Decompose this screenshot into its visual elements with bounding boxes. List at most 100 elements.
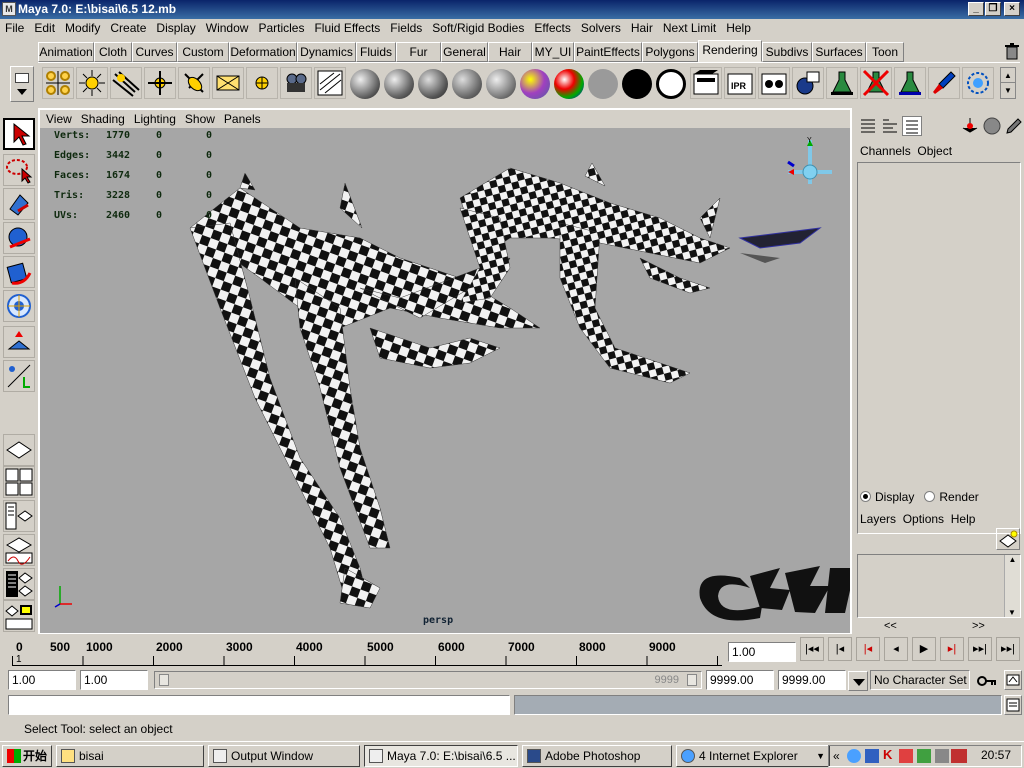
hypergraph-layout-icon[interactable] [3,600,35,632]
playback-start-field[interactable]: 1.00 [80,670,148,690]
material-flask-icon[interactable] [894,67,926,99]
panel-menu-panels[interactable]: Panels [221,110,264,128]
channel-menu-channels[interactable]: Channels [860,144,911,158]
minimize-button[interactable]: _ [968,2,984,16]
tab-cloth[interactable]: Cloth [94,42,132,62]
paint-brush-icon[interactable] [928,67,960,99]
current-time-field[interactable]: 1.00 [728,642,796,662]
key-icon[interactable] [976,672,998,690]
tab-custom[interactable]: Custom [177,42,229,62]
render-settings-icon[interactable] [792,67,824,99]
script-editor-button[interactable] [1004,695,1022,715]
menu-edit[interactable]: Edit [29,19,60,37]
shading-map-sphere-icon[interactable] [656,69,686,99]
panel-menu-show[interactable]: Show [182,110,218,128]
start-button[interactable]: 开始 [2,745,52,767]
outliner-layout-icon[interactable] [3,500,35,532]
channel-box-area[interactable] [857,162,1021,534]
layer-scrollbar[interactable]: ▲ ▼ [1004,555,1020,617]
time-slider[interactable]: 0 500 1000 2000 3000 4000 5000 6000 7000… [0,634,1024,668]
remove-material-icon[interactable] [860,67,892,99]
tab-general[interactable]: General [441,42,488,62]
playback-end-field[interactable]: 9999.00 [706,670,774,690]
layer-menu-layers[interactable]: Layers [860,512,896,526]
render-radio[interactable] [924,491,936,502]
character-set-dropdown-button[interactable] [848,671,868,691]
layered-shader-sphere-icon[interactable] [520,69,550,99]
maya-app-icon[interactable]: M [2,2,16,16]
tray-ie-icon[interactable] [847,749,861,763]
pen-tool-icon[interactable] [1004,116,1024,136]
mel-command-input[interactable] [8,695,510,715]
tray-rtl-icon[interactable] [951,749,967,763]
point-light-icon[interactable] [144,67,176,99]
tab-dynamics[interactable]: Dynamics [297,42,356,62]
step-back-frame-button[interactable]: |◂ [856,637,880,661]
hypershade-layout-icon[interactable] [3,568,35,600]
phonge-sphere-icon[interactable] [452,69,482,99]
menu-particles[interactable]: Particles [253,19,309,37]
menu-modify[interactable]: Modify [60,19,105,37]
trash-icon[interactable] [1004,42,1020,60]
render-label[interactable]: Render [939,490,978,504]
shelf-scroll-up-icon[interactable]: ▲ [1001,68,1015,83]
move-tool-icon[interactable] [3,222,35,254]
title-bar[interactable]: M Maya 7.0: E:\bisai\6.5 12.mb _ ❐ × [0,0,1024,19]
ambient-light-icon[interactable] [76,67,108,99]
task-photoshop[interactable]: Adobe Photoshop [522,745,672,767]
area-light-icon[interactable] [212,67,244,99]
timeline-ruler[interactable]: 0 500 1000 2000 3000 4000 5000 6000 7000… [12,638,722,666]
scroll-right-button[interactable]: >> [972,620,985,632]
menu-create[interactable]: Create [105,19,151,37]
sphere-display-icon[interactable] [982,116,1002,136]
scroll-up-icon[interactable]: ▲ [1005,555,1020,564]
tab-surfaces[interactable]: Surfaces [812,42,866,62]
shelf-scrollbar[interactable]: ▲ ▼ [1000,67,1016,99]
batch-render-icon[interactable] [758,67,790,99]
panel-menu-shading[interactable]: Shading [78,110,128,128]
view-axis-gizmo-icon[interactable]: Y [782,136,838,192]
layer-list[interactable]: ▲ ▼ [857,554,1021,618]
spot-light-icon[interactable] [178,67,210,99]
render-view-icon[interactable] [690,67,722,99]
paint-effects-icon[interactable] [962,67,994,99]
play-backwards-button[interactable]: ◂ [884,637,908,661]
directional-light-icon[interactable] [110,67,142,99]
lasso-tool-icon[interactable] [3,154,35,186]
task-output-window[interactable]: Output Window [208,745,360,767]
tab-hair[interactable]: Hair [488,42,532,62]
go-to-start-button[interactable]: |◂◂ [800,637,824,661]
display-label[interactable]: Display [875,490,914,504]
character-set-field[interactable]: No Character Set [870,670,970,690]
animation-start-field[interactable]: 1.00 [8,670,76,690]
anim-prefs-button[interactable] [1004,670,1022,690]
select-tool-icon[interactable] [3,118,35,150]
channel-layer-toggle-icon[interactable] [902,116,922,136]
tray-speaker-icon[interactable] [935,749,949,763]
menu-file[interactable]: File [0,19,29,37]
animation-end-field[interactable]: 9999.00 [778,670,846,690]
task-internet-explorer[interactable]: 4 Internet Explorer ▼ [676,745,830,767]
paint-select-tool-icon[interactable] [3,188,35,220]
range-handle-right[interactable] [687,674,697,686]
use-background-sphere-icon[interactable] [622,69,652,99]
tray-k-icon[interactable]: K [883,747,892,762]
layer-menu-options[interactable]: Options [903,512,944,526]
layer-menu-help[interactable]: Help [951,512,976,526]
scale-tool-icon[interactable] [3,290,35,322]
go-to-end-button[interactable]: ▸▸| [996,637,1020,661]
ramp-shader-sphere-icon[interactable] [554,69,584,99]
restore-button[interactable]: ❐ [985,2,1001,16]
channel-menu-object[interactable]: Object [917,144,952,158]
new-layer-button[interactable] [996,528,1020,550]
four-view-layout-icon[interactable] [3,466,35,498]
perspective-viewport[interactable]: Verts: 1770 0 0 Edges: 3442 0 0 Faces: 1674 0 0 T… [40,128,850,633]
blinn-sphere-icon[interactable] [384,69,414,99]
range-handle-left[interactable] [159,674,169,686]
play-forwards-button[interactable]: ▶ [912,637,936,661]
lambert-sphere-icon[interactable] [350,69,380,99]
range-slider[interactable]: 9999 [154,671,702,689]
menu-fluid-effects[interactable]: Fluid Effects [309,19,385,37]
tab-polygons[interactable]: Polygons [642,42,698,62]
hypershade-flask-icon[interactable] [826,67,858,99]
